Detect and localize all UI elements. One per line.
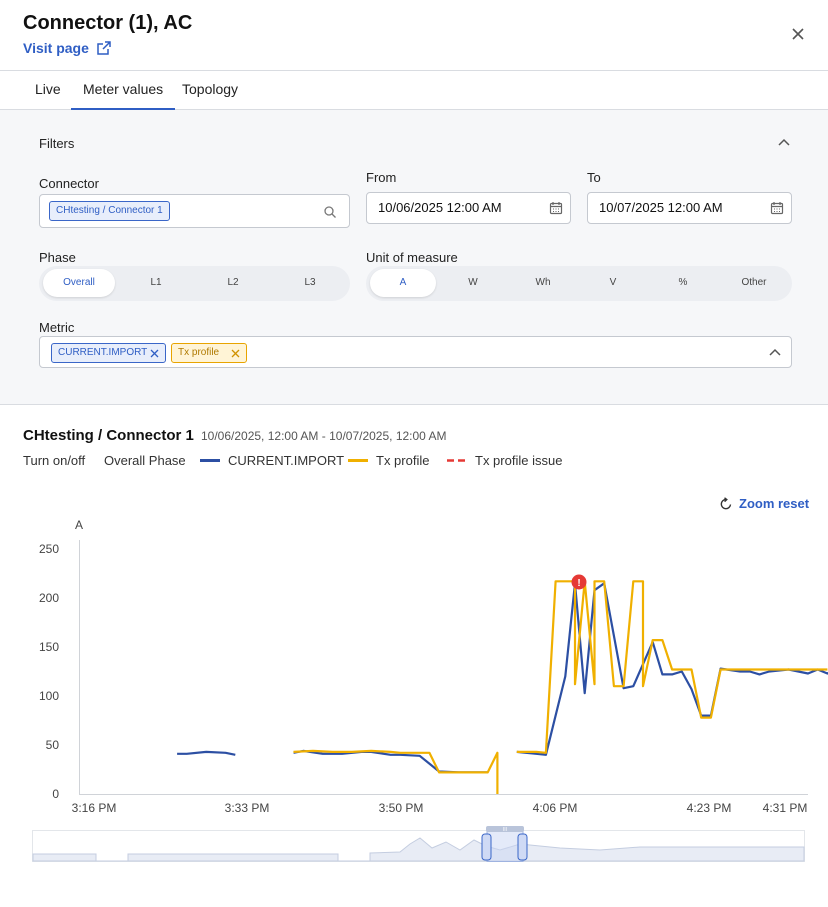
unit-label: Unit of measure: [366, 250, 458, 265]
filters-title: Filters: [39, 136, 75, 151]
filters-panel: Filters Connector CHtesting / Connector …: [0, 110, 828, 405]
search-icon: [324, 206, 336, 218]
reset-icon: [720, 496, 732, 509]
tx-profile-line[interactable]: [516, 580, 828, 754]
phase-label: Phase: [39, 250, 76, 265]
unit-option-wh[interactable]: Wh: [510, 269, 576, 297]
tab-live[interactable]: Live: [35, 71, 61, 110]
phase-segmented-control: Overall L1 L2 L3: [39, 266, 350, 301]
current-import-line[interactable]: [293, 749, 488, 774]
current-import-line[interactable]: [177, 750, 236, 756]
navigator-handle-right[interactable]: [517, 833, 528, 861]
connector-label: Connector: [39, 176, 99, 191]
svg-text:!: !: [577, 578, 580, 589]
y-tick-label: 50: [46, 738, 60, 752]
legend-label: Tx profile: [376, 453, 430, 468]
phase-option-l2[interactable]: L2: [197, 269, 269, 297]
remove-chip-icon[interactable]: [150, 349, 159, 358]
unit-option-w[interactable]: W: [440, 269, 506, 297]
legend-item-tx-profile[interactable]: Tx profile: [348, 453, 429, 468]
tx-profile-issue-marker[interactable]: !: [571, 574, 587, 590]
navigator-handle-left[interactable]: [481, 833, 492, 861]
connector-chip[interactable]: CHtesting / Connector 1: [49, 201, 170, 221]
chevron-up-icon[interactable]: [768, 346, 782, 360]
legend-label: Tx profile issue: [475, 453, 563, 468]
unit-option-other[interactable]: Other: [720, 269, 788, 297]
metric-chip-current-import[interactable]: CURRENT.IMPORT: [51, 343, 166, 363]
tab-bar: Live Meter values Topology: [0, 71, 828, 110]
overall-phase-label[interactable]: Overall Phase: [104, 453, 186, 468]
calendar-icon[interactable]: [549, 201, 563, 215]
calendar-icon[interactable]: [770, 201, 784, 215]
drawer-title: Connector (1), AC: [23, 12, 193, 34]
unit-option-a[interactable]: A: [370, 269, 436, 297]
metric-chip-label: CURRENT.IMPORT: [58, 347, 148, 358]
chart-navigator[interactable]: III: [0, 826, 828, 866]
from-date-value: 10/06/2025 12:00 AM: [378, 200, 502, 215]
connector-select[interactable]: CHtesting / Connector 1: [39, 194, 350, 228]
legend-line-dashed: [447, 458, 465, 462]
x-tick-label: 3:16 PM: [72, 801, 117, 815]
y-tick-label: 250: [39, 542, 59, 556]
visit-page-label: Visit page: [23, 40, 89, 56]
unit-option-v[interactable]: V: [580, 269, 646, 297]
external-link-icon: [97, 41, 111, 55]
metric-multiselect[interactable]: CURRENT.IMPORT Tx profile: [39, 336, 792, 368]
legend-line-solid: [200, 458, 220, 462]
x-tick-label: 4:06 PM: [533, 801, 578, 815]
close-icon[interactable]: [788, 24, 808, 44]
x-tick-label: 3:50 PM: [379, 801, 424, 815]
phase-option-overall[interactable]: Overall: [43, 269, 115, 297]
from-date-input[interactable]: 10/06/2025 12:00 AM: [366, 192, 571, 224]
toggle-label: Turn on/off: [23, 453, 86, 468]
from-label: From: [366, 170, 397, 185]
tab-meter-values[interactable]: Meter values: [71, 71, 176, 110]
y-axis-unit: A: [75, 518, 83, 532]
x-tick-label: 4:31 PM: [763, 801, 808, 815]
unit-option-percent[interactable]: %: [650, 269, 716, 297]
metric-label: Metric: [39, 320, 75, 335]
x-tick-label: 3:33 PM: [225, 801, 270, 815]
to-date-input[interactable]: 10/07/2025 12:00 AM: [587, 192, 792, 224]
metric-chip-label: Tx profile: [178, 347, 220, 358]
metric-chip-tx-profile[interactable]: Tx profile: [171, 343, 247, 363]
legend-line-solid: [348, 458, 368, 462]
svg-text:III: III: [503, 827, 507, 833]
x-tick-label: 4:23 PM: [687, 801, 732, 815]
y-tick-label: 150: [39, 640, 59, 654]
unit-segmented-control: A W Wh V % Other: [366, 266, 792, 301]
chart-date-range: 10/06/2025, 12:00 AM - 10/07/2025, 12:00…: [201, 429, 447, 443]
remove-chip-icon[interactable]: [231, 349, 240, 358]
tx-profile-line[interactable]: [293, 749, 499, 794]
legend-item-tx-profile-issue[interactable]: Tx profile issue: [447, 453, 562, 468]
tab-topology[interactable]: Topology: [182, 71, 238, 110]
legend-item-current-import[interactable]: CURRENT.IMPORT: [200, 453, 344, 468]
zoom-reset-label: Zoom reset: [739, 496, 810, 511]
y-tick-label: 200: [39, 591, 59, 605]
y-tick-label: 0: [52, 787, 59, 801]
chevron-up-icon[interactable]: [777, 136, 791, 150]
visit-page-link[interactable]: Visit page: [23, 40, 112, 56]
drawer-header: Connector (1), AC Visit page: [0, 0, 828, 71]
y-tick-label: 100: [39, 689, 59, 703]
legend-label: CURRENT.IMPORT: [228, 453, 345, 468]
phase-option-l1[interactable]: L1: [120, 269, 192, 297]
phase-option-l3[interactable]: L3: [274, 269, 346, 297]
meter-values-chart[interactable]: A 0 50 100 150 200 250 3:16 PM 3:33 PM 3:50 PM 4…: [0, 510, 828, 820]
chart-title: CHtesting / Connector 1: [23, 427, 194, 444]
to-label: To: [587, 170, 601, 185]
zoom-reset-button[interactable]: Zoom reset: [719, 496, 809, 511]
to-date-value: 10/07/2025 12:00 AM: [599, 200, 723, 215]
